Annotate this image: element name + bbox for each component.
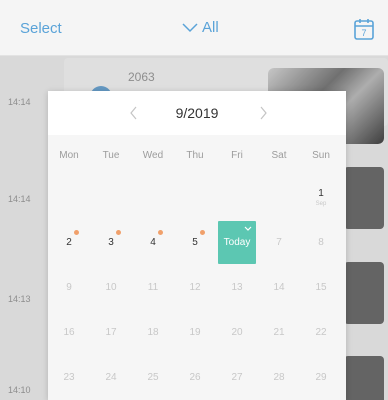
calendar-day[interactable]: 28 [258,355,300,400]
calendar-day[interactable]: 14 [258,265,300,310]
calendar-icon[interactable]: 7 [354,18,374,45]
day-number: 10 [105,282,117,293]
calendar-day[interactable]: 25 [132,355,174,400]
chevron-down-icon [182,22,198,33]
day-number: 18 [147,327,159,338]
day-number: 21 [273,327,285,338]
calendar-day[interactable]: 16 [48,310,90,355]
weekday-label: Tue [102,149,120,161]
calendar-day[interactable]: 8 [300,220,342,265]
check-icon [244,224,252,235]
day-number: 29 [315,372,327,383]
calendar-day[interactable]: 20 [216,310,258,355]
calendar-popup: 9/2019 Mon Tue Wed Thu Fri Sat Sun 1 Sep… [48,91,346,400]
day-number: 28 [273,372,285,383]
calendar-day[interactable]: 15 [300,265,342,310]
day-number: 20 [231,327,243,338]
month-label: 9/2019 [175,105,219,121]
day-number: 17 [105,327,117,338]
day-number: 19 [189,327,201,338]
day-sublabel: Sep [315,201,327,207]
chevron-right-icon[interactable] [253,103,273,123]
calendar-day[interactable]: 26 [174,355,216,400]
filter-all-button[interactable]: All [182,19,219,36]
today-label: Today [223,237,251,248]
calendar-day[interactable]: 5 [174,220,216,265]
calendar-day[interactable]: 2 [48,220,90,265]
day-number: 16 [63,327,75,338]
calendar-day[interactable]: 27 [216,355,258,400]
weekday-label: Mon [59,149,79,161]
svg-text:7: 7 [361,28,366,38]
calendar-day[interactable]: 19 [174,310,216,355]
day-number: 4 [150,237,156,248]
calendar-grid: 1 Sep 2 3 4 5 Today 7 8 9 10 11 12 13 14… [48,175,346,400]
event-dot-icon [116,230,121,235]
select-button[interactable]: Select [20,20,62,37]
calendar-day[interactable]: 9 [48,265,90,310]
calendar-day[interactable]: 29 [300,355,342,400]
calendar-day[interactable]: 24 [90,355,132,400]
day-number: 8 [318,237,324,248]
day-number: 1 [318,188,324,199]
day-number: 27 [231,372,243,383]
weekday-label: Fri [231,149,243,161]
day-number: 11 [147,282,159,293]
calendar-day-empty [48,175,90,220]
top-bar: Select All 7 [0,0,388,56]
event-dot-icon [200,230,205,235]
weekday-label: Sun [312,149,330,161]
day-number: 22 [315,327,327,338]
day-number: 25 [147,372,159,383]
calendar-day[interactable]: 1 Sep [300,175,342,220]
weekday-header: Mon Tue Wed Thu Fri Sat Sun [48,135,346,175]
day-number: 23 [63,372,75,383]
day-number: 14 [273,282,285,293]
day-number: 2 [66,237,72,248]
event-dot-icon [74,230,79,235]
event-dot-icon [158,230,163,235]
calendar-day[interactable]: 23 [48,355,90,400]
day-number: 13 [231,282,243,293]
day-number: 15 [315,282,327,293]
calendar-day[interactable]: 18 [132,310,174,355]
calendar-day-empty [258,175,300,220]
weekday-label: Sat [271,149,287,161]
calendar-day-empty [132,175,174,220]
calendar-day[interactable]: 21 [258,310,300,355]
calendar-header: 9/2019 [48,91,346,135]
calendar-day-empty [90,175,132,220]
filter-label: All [202,19,219,36]
calendar-day-empty [174,175,216,220]
day-number: 9 [66,282,72,293]
calendar-day[interactable]: 12 [174,265,216,310]
calendar-day[interactable]: 13 [216,265,258,310]
calendar-day[interactable]: 10 [90,265,132,310]
calendar-day-empty [216,175,258,220]
calendar-day[interactable]: 3 [90,220,132,265]
calendar-day[interactable]: 4 [132,220,174,265]
day-number: 26 [189,372,201,383]
calendar-day[interactable]: 22 [300,310,342,355]
weekday-label: Thu [186,149,204,161]
weekday-label: Wed [142,149,164,161]
day-number: 24 [105,372,117,383]
calendar-day[interactable]: 7 [258,220,300,265]
calendar-day[interactable]: 17 [90,310,132,355]
calendar-day[interactable]: 11 [132,265,174,310]
day-number: 3 [108,237,114,248]
day-number: 5 [192,237,198,248]
day-number: 7 [276,237,282,248]
calendar-day-today[interactable]: Today [218,221,256,264]
day-number: 12 [189,282,201,293]
